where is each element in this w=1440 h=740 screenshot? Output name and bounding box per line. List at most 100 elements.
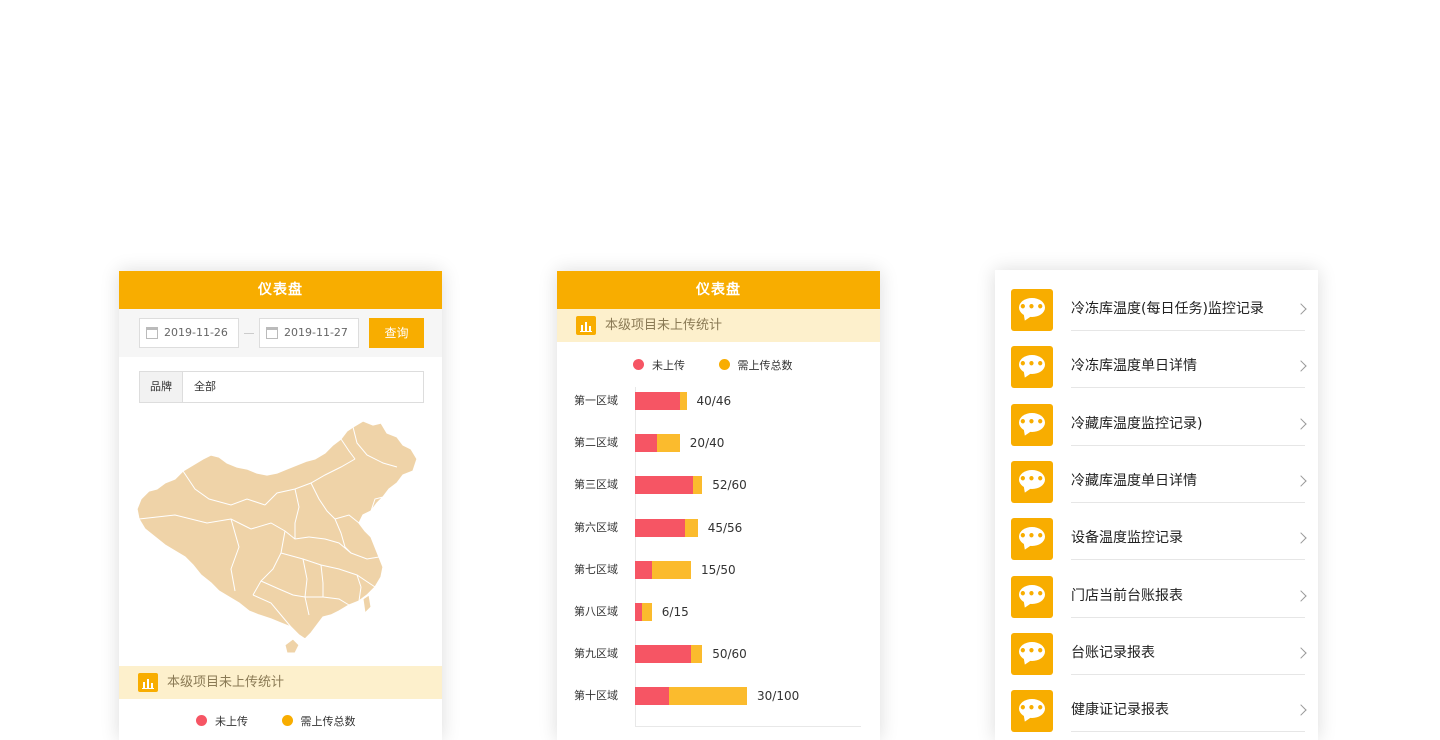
bar-row[interactable]: 第七区域 15/50 [557,560,880,580]
bar-track [635,687,747,706]
date-range-separator [244,333,254,334]
bar-total-remaining[interactable] [657,434,680,453]
bar-category-label: 第六区域 [574,520,618,534]
bubble-dots: ••• [1018,586,1045,601]
chevron-right-icon [1295,303,1307,315]
report-list-item[interactable]: ••• 设备温度监控记录 [995,518,1318,575]
date-filter-row: 2019-11-26 2019-11-27 查询 [119,309,442,357]
bar-value-label: 40/46 [696,394,732,408]
chart-legend: 未上传 需上传总数 [633,357,793,373]
chevron-right-icon [1295,532,1307,544]
bar-category-label: 第二区域 [574,436,618,450]
bar-chart-icon [138,673,158,692]
bar-row[interactable]: 第六区域 45/56 [557,518,880,538]
bar-total-remaining[interactable] [668,687,747,706]
chat-bubble-icon: ••• [1011,460,1053,503]
bar-track [635,645,703,664]
divider [1071,616,1305,618]
bubble-dots: ••• [1018,471,1045,486]
bar-total-remaining[interactable] [691,645,703,664]
bar-total-remaining[interactable] [685,518,698,537]
bubble-dots: ••• [1018,701,1045,716]
divider [1071,387,1305,389]
bar-track [635,560,691,579]
chat-bubble-icon: ••• [1011,575,1053,618]
dashboard-panel-chart: 仪表盘 本级项目未上传统计 未上传 需上传总数 第一区域 40/46 第二区域 20/… [557,271,880,740]
report-list-item[interactable]: ••• 冷冻库温度(每日任务)监控记录 [995,289,1318,346]
calendar-icon [146,327,158,339]
bar-value-label: 6/15 [661,605,689,619]
bubble-dots: ••• [1018,357,1045,372]
bar-not-uploaded[interactable] [635,645,691,664]
legend-item-total[interactable]: 需上传总数 [718,359,793,372]
bar-row[interactable]: 第三区域 52/60 [557,475,880,495]
chart-legend: 未上传 需上传总数 [196,713,356,729]
bar-row[interactable]: 第八区域 6/15 [557,602,880,622]
report-list-item[interactable]: ••• 台账记录报表 [995,632,1318,690]
bar-chart-icon [576,316,596,335]
chevron-right-icon [1295,417,1307,430]
chat-bubble-icon: ••• [1011,690,1053,733]
brand-select[interactable]: 品牌 全部 [139,371,424,403]
bar-total-remaining[interactable] [679,392,687,410]
bubble-dots: ••• [1018,529,1045,544]
end-date-input[interactable]: 2019-11-27 [259,318,359,348]
chart-baseline [635,726,861,727]
bar-total-remaining[interactable] [693,476,703,495]
divider [1071,330,1305,331]
bar-total-remaining[interactable] [641,603,652,621]
start-date-input[interactable]: 2019-11-26 [139,318,239,348]
bar-row[interactable]: 第十区域 30/100 [557,686,880,706]
report-list-item[interactable]: ••• 健康证记录报表 [995,690,1318,740]
section-title: 本级项目未上传统计 [167,675,285,690]
report-item-title: 设备温度监控记录 [1071,530,1183,547]
bar-not-uploaded[interactable] [635,434,658,453]
bar-not-uploaded[interactable] [635,603,642,621]
bar-track [635,392,687,410]
divider [1071,731,1305,733]
divider [1071,673,1305,675]
page-title: 仪表盘 [119,271,442,309]
legend-dot [196,715,207,726]
chat-bubble-icon: ••• [1011,289,1053,331]
bubble-tail [1021,713,1032,724]
report-list-item[interactable]: ••• 冷藏库温度单日详情 [995,460,1318,518]
bubble-dots: ••• [1018,414,1045,429]
brand-value: 全部 [194,380,216,393]
bubble-dots: ••• [1018,300,1045,314]
legend-item-not-uploaded[interactable]: 未上传 [633,359,685,372]
bar-not-uploaded[interactable] [635,518,686,537]
bar-total-remaining[interactable] [651,560,691,579]
divider [1071,501,1305,503]
bar-category-label: 第十区域 [574,689,618,703]
bar-not-uploaded[interactable] [635,687,669,706]
report-item-title: 健康证记录报表 [1071,702,1169,719]
bar-not-uploaded[interactable] [635,392,680,410]
report-list-item[interactable]: ••• 冷冻库温度单日详情 [995,346,1318,403]
legend-item-not-uploaded[interactable]: 未上传 [196,715,248,728]
report-list-item[interactable]: ••• 门店当前台账报表 [995,575,1318,633]
bar-row[interactable]: 第九区域 50/60 [557,644,880,664]
bar-row[interactable]: 第二区域 20/40 [557,433,880,453]
bar-value-label: 15/50 [701,562,736,577]
report-list-item[interactable]: ••• 冷藏库温度监控记录) [995,403,1318,461]
query-button[interactable]: 查询 [369,318,424,348]
report-item-title: 冷冻库温度单日详情 [1071,358,1197,375]
end-date-value: 2019-11-27 [284,326,348,339]
report-item-title: 门店当前台账报表 [1071,587,1183,604]
bar-value-label: 52/60 [712,478,747,493]
section-header: 本级项目未上传统计 [119,666,442,699]
legend-item-total[interactable]: 需上传总数 [281,715,356,728]
bar-track [635,518,698,537]
legend-dot [718,359,730,370]
bar-row[interactable]: 第一区域 40/46 [557,391,880,411]
dashboard-panel-map: 仪表盘 2019-11-26 2019-11-27 查询 品牌 全部 本级项目未… [119,271,442,740]
section-header: 本级项目未上传统计 [557,309,880,342]
chat-bubble-icon: ••• [1011,632,1053,675]
divider [1071,444,1305,446]
bar-not-uploaded[interactable] [635,476,694,495]
chevron-right-icon [1295,589,1307,602]
bar-not-uploaded[interactable] [635,560,652,579]
china-map[interactable] [135,419,420,659]
start-date-value: 2019-11-26 [164,326,228,339]
